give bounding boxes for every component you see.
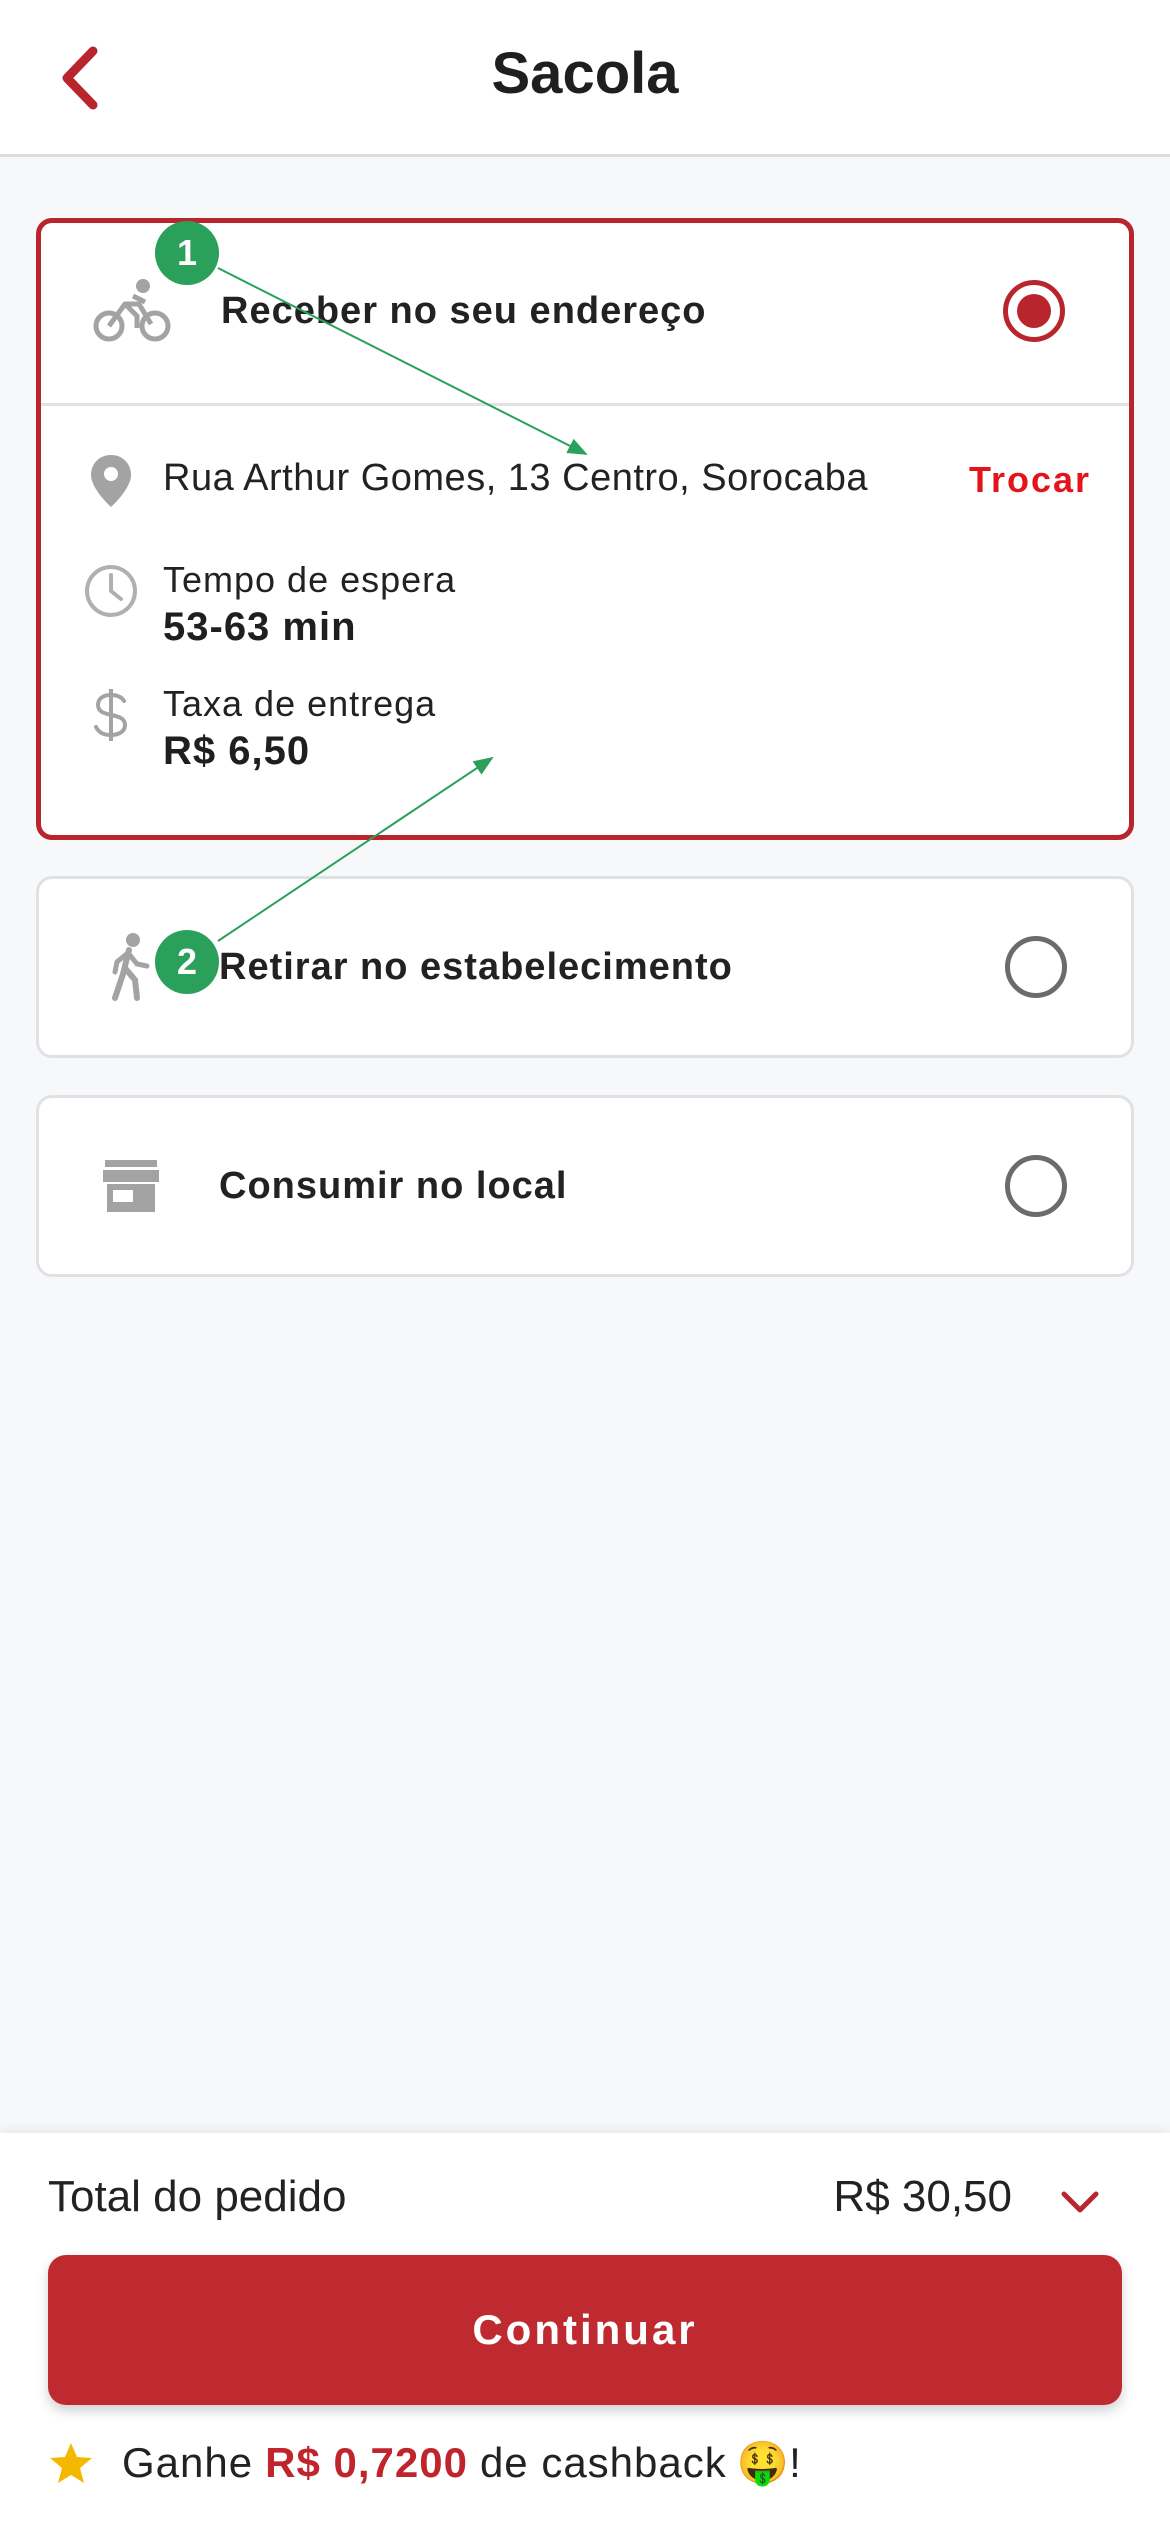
dollar-icon xyxy=(81,685,141,745)
wait-time-row: Tempo de espera 53-63 min xyxy=(41,559,1129,659)
wait-time-label: Tempo de espera xyxy=(163,559,457,600)
wait-time-value: 53-63 min xyxy=(163,605,357,649)
pickup-option-label: Retirar no estabelecimento xyxy=(219,945,733,988)
delivery-option-label: Receber no seu endereço xyxy=(221,289,707,332)
star-icon xyxy=(50,2443,92,2483)
address-row: Rua Arthur Gomes, 13 Centro, Sorocaba Tr… xyxy=(41,443,1129,523)
dinein-option-label: Consumir no local xyxy=(219,1164,568,1207)
dinein-radio[interactable] xyxy=(1005,1155,1067,1217)
divider xyxy=(41,403,1129,406)
location-pin-icon xyxy=(81,451,141,511)
cashback-prefix: Ganhe xyxy=(122,2439,254,2486)
clock-icon xyxy=(81,561,141,621)
delivery-option-card[interactable]: Receber no seu endereço Rua Arthur Gomes… xyxy=(36,218,1134,840)
total-label: Total do pedido xyxy=(48,2172,347,2221)
delivery-radio[interactable] xyxy=(1003,280,1065,342)
cashback-end: ! xyxy=(789,2439,801,2486)
money-face-emoji: 🤑 xyxy=(736,2438,790,2486)
delivery-fee-row: Taxa de entrega R$ 6,50 xyxy=(41,683,1129,783)
cashback-notice: Ganhe R$ 0,7200 de cashback 🤑 ! xyxy=(48,2428,801,2498)
cashback-suffix: de cashback xyxy=(479,2439,727,2486)
continue-button[interactable]: Continuar xyxy=(48,2255,1122,2405)
bicycle-icon xyxy=(93,271,173,351)
page-title: Sacola xyxy=(491,41,679,106)
cashback-amount: R$ 0,7200 xyxy=(265,2439,468,2486)
app-header: Sacola xyxy=(0,0,1170,157)
dinein-option-card[interactable]: Consumir no local xyxy=(36,1095,1134,1277)
address-text: Rua Arthur Gomes, 13 Centro, Sorocaba xyxy=(163,457,868,499)
delivery-fee-label: Taxa de entrega xyxy=(163,683,437,724)
dinein-option-row[interactable]: Consumir no local xyxy=(39,1098,1131,1274)
delivery-fee-value: R$ 6,50 xyxy=(163,729,311,773)
pickup-radio[interactable] xyxy=(1005,936,1067,998)
change-address-link[interactable]: Trocar xyxy=(969,459,1091,501)
annotation-marker-1: 1 xyxy=(155,221,219,285)
chevron-down-icon xyxy=(1061,2191,1099,2213)
total-value: R$ 30,50 xyxy=(833,2172,1012,2221)
annotation-marker-2: 2 xyxy=(155,930,219,994)
expand-total-button[interactable] xyxy=(1050,2174,1110,2230)
store-icon xyxy=(91,1146,171,1226)
